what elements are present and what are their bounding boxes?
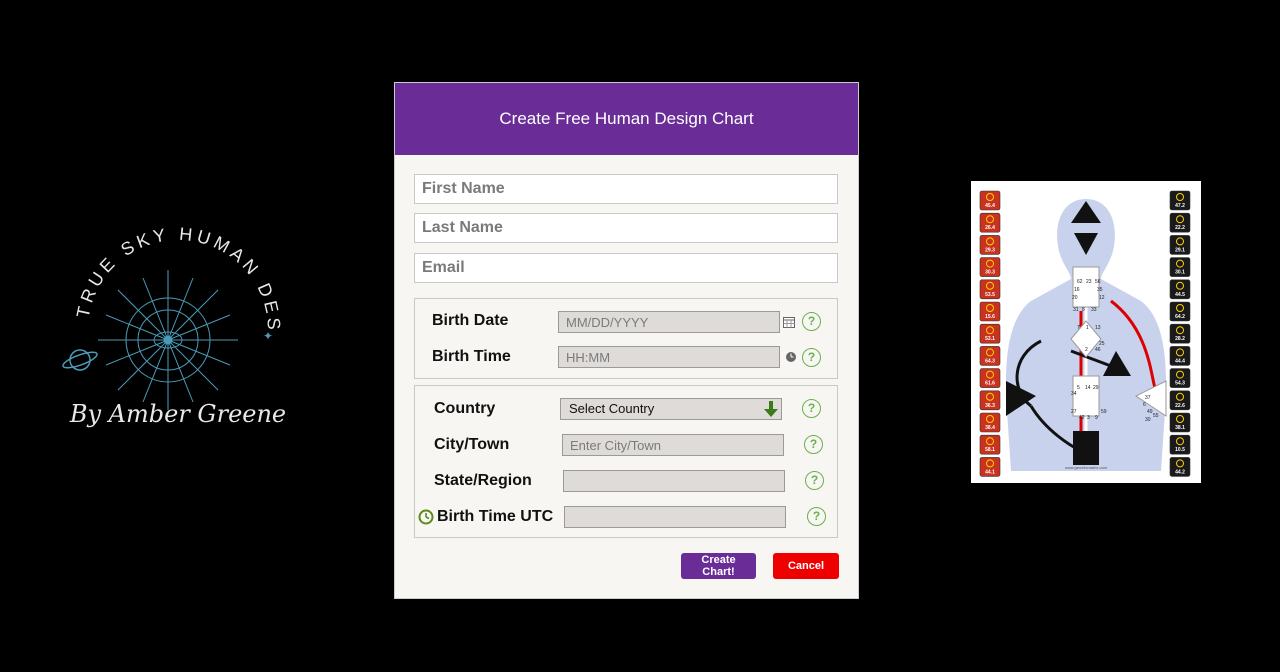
modal-header: Create Free Human Design Chart: [395, 83, 858, 155]
left-badge-value: 15.6: [985, 314, 995, 320]
planet-icon: [62, 349, 98, 371]
left-badge-value: 58.1: [985, 447, 995, 453]
gate-number: 6: [1143, 402, 1146, 408]
root-center: [1073, 431, 1099, 465]
sacral-center: [1072, 375, 1100, 417]
gate-number: 30: [1145, 417, 1151, 423]
birth-time-help-icon[interactable]: ?: [802, 348, 821, 367]
city-input[interactable]: [562, 434, 784, 456]
right-badge-value: 22.2: [1175, 225, 1185, 231]
create-chart-modal: Create Free Human Design Chart Birth Dat…: [395, 83, 858, 598]
chart-footer: www.geneticmatrix.com: [1065, 465, 1108, 470]
gate-number: 62: [1077, 279, 1083, 285]
gate-number: 3: [1087, 415, 1090, 421]
utc-label: Birth Time UTC: [437, 508, 554, 525]
right-badge-value: 44.4: [1175, 358, 1185, 364]
sun-icon: [98, 270, 238, 410]
state-help-icon[interactable]: ?: [805, 471, 824, 490]
right-badge-value: 44.5: [1175, 292, 1185, 298]
gate-number: 23: [1086, 279, 1092, 285]
country-help-icon[interactable]: ?: [802, 399, 821, 418]
gate-number: 9: [1095, 415, 1098, 421]
email-input[interactable]: [414, 253, 838, 283]
state-input[interactable]: [563, 470, 785, 492]
gate-number: 5: [1077, 385, 1080, 391]
gate-number: 46: [1095, 347, 1101, 353]
logo-arc-text: TRUE SKY HUMAN DESIGN: [49, 194, 280, 334]
left-badge-value: 45.4: [985, 203, 995, 209]
right-badge-value: 38.1: [1175, 425, 1185, 431]
utc-input[interactable]: [564, 506, 786, 528]
birth-date-input[interactable]: [558, 311, 780, 333]
right-badge-value: 47.2: [1175, 203, 1185, 209]
gate-number: 27: [1071, 409, 1077, 415]
utc-help-icon[interactable]: ?: [807, 507, 826, 526]
last-name-input[interactable]: [414, 213, 838, 243]
city-help-icon[interactable]: ?: [804, 435, 823, 454]
right-badge-value: 64.2: [1175, 314, 1185, 320]
svg-text:TRUE SKY HUMAN DESIGN: TRUE SKY HUMAN DESIGN: [58, 210, 284, 334]
right-badge-value: 30.1: [1175, 270, 1185, 276]
gate-number: 59: [1101, 409, 1107, 415]
gate-number: 7: [1077, 325, 1080, 331]
logo-signature: By Amber Greene: [69, 400, 287, 428]
create-chart-button[interactable]: Create Chart!: [681, 553, 756, 579]
gate-number: 56: [1095, 279, 1101, 285]
left-badge-value: 64.3: [985, 358, 995, 364]
cancel-button[interactable]: Cancel: [773, 553, 839, 579]
city-label: City/Town: [434, 436, 510, 453]
calendar-icon[interactable]: [783, 316, 795, 328]
modal-title: Create Free Human Design Chart: [499, 109, 754, 128]
gate-number: 49: [1147, 409, 1153, 415]
right-badge-value: 28.2: [1175, 336, 1185, 342]
gate-number: 2: [1085, 347, 1088, 353]
left-badge-value: 61.6: [985, 381, 995, 387]
gate-number: 34: [1071, 391, 1077, 397]
birth-date-help-icon[interactable]: ?: [802, 312, 821, 331]
gate-number: 20: [1072, 295, 1078, 301]
clock-small-icon[interactable]: [785, 351, 797, 363]
bodygraph-image: 62 23 56 16 35 20 12 31 8 33 7 1 13 25 2 46 5 14 29 34 27 42 3…: [971, 181, 1201, 483]
right-badge-value: 44.2: [1175, 469, 1185, 475]
gate-number: 42: [1079, 415, 1085, 421]
gate-number: 1: [1086, 325, 1089, 331]
birth-time-label: Birth Time: [432, 348, 511, 365]
left-badge-value: 29.3: [985, 247, 995, 253]
gate-number: 31: [1073, 307, 1079, 313]
left-badge-value: 53.5: [985, 292, 995, 298]
gate-number: 37: [1145, 395, 1151, 401]
gate-number: 13: [1095, 325, 1101, 331]
right-badge-value: 29.1: [1175, 247, 1185, 253]
gate-number: 14: [1085, 385, 1091, 391]
left-badge-value: 36.3: [985, 403, 995, 409]
moon-icon: [258, 355, 291, 385]
first-name-input[interactable]: [414, 174, 838, 204]
gate-number: 29: [1093, 385, 1099, 391]
gate-number: 12: [1099, 295, 1105, 301]
right-badge-value: 22.6: [1175, 403, 1185, 409]
birth-time-input[interactable]: [558, 346, 780, 368]
left-badge-value: 44.1: [985, 469, 995, 475]
arrow-down-icon: [764, 401, 778, 417]
left-badge-value: 30.3: [985, 270, 995, 276]
birth-datetime-group: Birth Date ? Birth Time ?: [414, 298, 838, 379]
country-label: Country: [434, 400, 496, 417]
star-icon: ✦: [263, 329, 273, 343]
gate-number: 55: [1153, 413, 1159, 419]
country-select[interactable]: Select Country: [560, 398, 782, 420]
left-badge-value: 26.4: [985, 225, 995, 231]
state-label: State/Region: [434, 472, 532, 489]
gate-number: 8: [1082, 307, 1085, 313]
location-group: Country Select Country ? City/Town ? Sta…: [414, 385, 838, 538]
left-badge-value: 38.4: [985, 425, 995, 431]
birth-date-label: Birth Date: [432, 312, 509, 329]
left-badge-value: 53.1: [985, 336, 995, 342]
gate-number: 16: [1074, 287, 1080, 293]
country-selected-value: Select Country: [569, 401, 655, 416]
clock-icon: [418, 509, 434, 525]
gate-number: 33: [1091, 307, 1097, 313]
gate-number: 35: [1097, 287, 1103, 293]
right-badge-value: 54.3: [1175, 381, 1185, 387]
right-badge-value: 10.5: [1175, 447, 1185, 453]
